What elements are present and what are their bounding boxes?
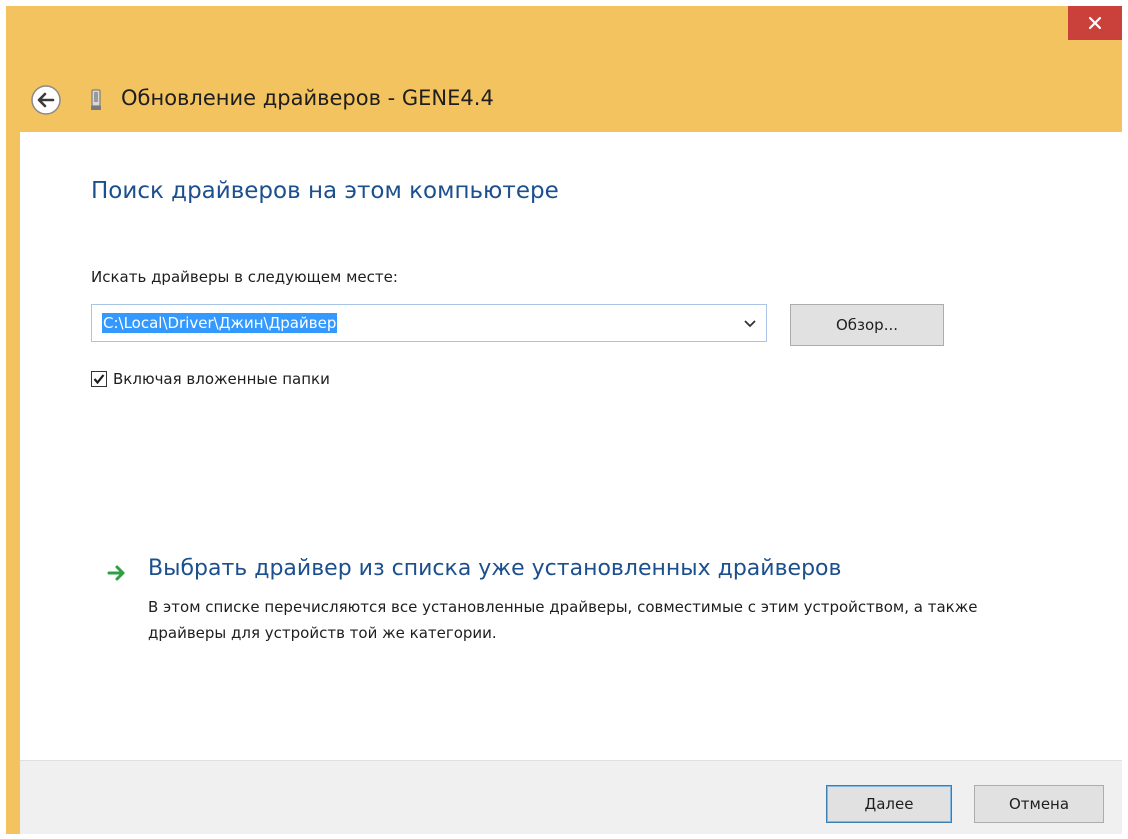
dialog-footer: Далее Отмена [20, 760, 1122, 834]
green-arrow-icon[interactable] [106, 562, 128, 584]
chevron-down-icon[interactable] [740, 313, 760, 333]
browse-button[interactable]: Обзор... [790, 304, 944, 346]
next-button[interactable]: Далее [826, 785, 952, 823]
search-location-label: Искать драйверы в следующем месте: [91, 268, 398, 286]
cancel-button[interactable]: Отмена [974, 785, 1104, 823]
device-icon [88, 88, 104, 112]
include-subfolders-label[interactable]: Включая вложенные папки [113, 370, 330, 388]
path-combobox[interactable]: C:\Local\Driver\Джин\Драйвер [91, 304, 767, 342]
page-title: Поиск драйверов на этом компьютере [91, 178, 559, 204]
navigation-bar: Обновление драйверов - GENE4.4 [6, 76, 1122, 124]
close-icon [1088, 16, 1102, 30]
include-subfolders-row[interactable]: Включая вложенные папки [91, 367, 330, 391]
checkmark-icon [93, 374, 105, 385]
content-area: Поиск драйверов на этом компьютере Искат… [20, 132, 1122, 760]
window-title: Обновление драйверов - GENE4.4 [121, 86, 494, 110]
close-button[interactable] [1068, 6, 1122, 40]
back-arrow-icon [31, 85, 61, 115]
driver-update-window: Обновление драйверов - GENE4.4 Поиск дра… [6, 6, 1122, 834]
path-value[interactable]: C:\Local\Driver\Джин\Драйвер [102, 313, 338, 333]
include-subfolders-checkbox[interactable] [91, 371, 107, 387]
back-button[interactable] [30, 84, 62, 116]
pick-from-list-link[interactable]: Выбрать драйвер из списка уже установлен… [148, 556, 841, 581]
pick-from-list-description: В этом списке перечисляются все установл… [148, 598, 978, 642]
